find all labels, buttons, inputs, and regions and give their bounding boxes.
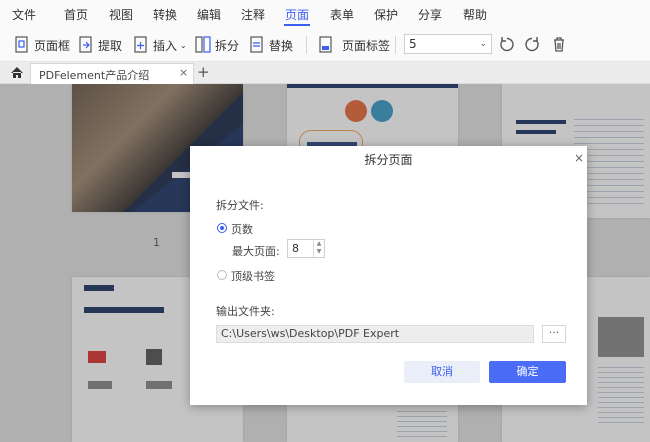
split-button[interactable]: 拆分 <box>195 34 239 56</box>
output-path-value: C:\Users\ws\Desktop\PDF Expert <box>221 327 400 340</box>
stepper-arrows-icon[interactable]: ▲ ▼ <box>313 240 324 257</box>
menu-home[interactable]: 首页 <box>64 6 88 23</box>
add-tab-icon[interactable]: + <box>197 63 210 81</box>
menu-view[interactable]: 视图 <box>109 6 133 23</box>
page-labels-button[interactable]: 页面标签 <box>318 34 390 56</box>
option-pages-radio[interactable] <box>217 223 227 233</box>
menu-convert[interactable]: 转换 <box>153 6 177 23</box>
option-bookmarks-label: 顶级书签 <box>231 270 275 283</box>
tab-document[interactable]: PDFelement产品介绍 <box>30 63 194 84</box>
replace-icon <box>250 36 263 53</box>
menu-help[interactable]: 帮助 <box>463 6 487 23</box>
option-pages-label: 页数 <box>231 223 253 236</box>
ok-button[interactable]: 确定 <box>489 361 566 383</box>
page-box-icon <box>15 36 28 53</box>
toolbar-divider <box>395 36 396 54</box>
page-count-value: 5 <box>409 37 417 51</box>
option-bookmarks-radio[interactable] <box>217 270 227 280</box>
extract-label: 提取 <box>98 38 123 53</box>
insert-button[interactable]: 插入 ⌄ <box>133 34 187 56</box>
max-pages-stepper[interactable]: 8 ▲ ▼ <box>287 239 325 258</box>
toolbar-divider <box>306 36 307 54</box>
delete-icon[interactable] <box>551 36 567 52</box>
close-icon[interactable]: × <box>574 151 584 165</box>
cancel-button[interactable]: 取消 <box>404 361 480 383</box>
home-icon[interactable] <box>10 66 24 79</box>
max-pages-value: 8 <box>292 242 299 255</box>
rotate-right-icon[interactable] <box>524 36 540 52</box>
chevron-down-icon: ⌄ <box>180 40 187 50</box>
browse-button[interactable]: ··· <box>542 325 566 343</box>
page-box-button[interactable]: 页面框 <box>14 34 70 56</box>
menu-file[interactable]: 文件 <box>12 6 36 23</box>
extract-icon <box>79 36 92 53</box>
active-menu-indicator <box>284 24 310 26</box>
menu-protect[interactable]: 保护 <box>374 6 398 23</box>
menu-share[interactable]: 分享 <box>418 6 442 23</box>
output-folder-label: 输出文件夹: <box>216 305 275 318</box>
page-labels-label: 页面标签 <box>342 38 391 53</box>
split-label: 拆分 <box>215 38 240 53</box>
rotate-left-icon[interactable] <box>499 36 515 52</box>
menu-page[interactable]: 页面 <box>285 6 309 23</box>
extract-button[interactable]: 提取 <box>78 34 122 56</box>
page-count-select[interactable]: 5 ⌄ <box>404 34 492 54</box>
page-box-label: 页面框 <box>34 38 71 53</box>
menu-edit[interactable]: 编辑 <box>197 6 221 23</box>
close-icon[interactable]: × <box>179 66 188 79</box>
chevron-down-icon: ⌄ <box>479 39 487 49</box>
menu-form[interactable]: 表单 <box>330 6 354 23</box>
replace-label: 替换 <box>269 38 294 53</box>
tab-document-label: PDFelement产品介绍 <box>39 69 150 82</box>
menu-comment[interactable]: 注释 <box>241 6 265 23</box>
split-file-label: 拆分文件: <box>216 199 264 212</box>
split-icon <box>195 36 211 53</box>
insert-icon <box>134 36 147 53</box>
dialog-title: 拆分页面 <box>364 153 413 167</box>
output-path-field[interactable]: C:\Users\ws\Desktop\PDF Expert <box>216 325 534 343</box>
max-pages-label: 最大页面: <box>232 245 280 258</box>
menu-bar: 文件 首页 视图 转换 编辑 注释 页面 表单 保护 分享 帮助 <box>0 0 650 28</box>
insert-label: 插入 <box>153 38 178 53</box>
page-labels-icon <box>319 36 332 53</box>
replace-button[interactable]: 替换 <box>249 34 293 56</box>
